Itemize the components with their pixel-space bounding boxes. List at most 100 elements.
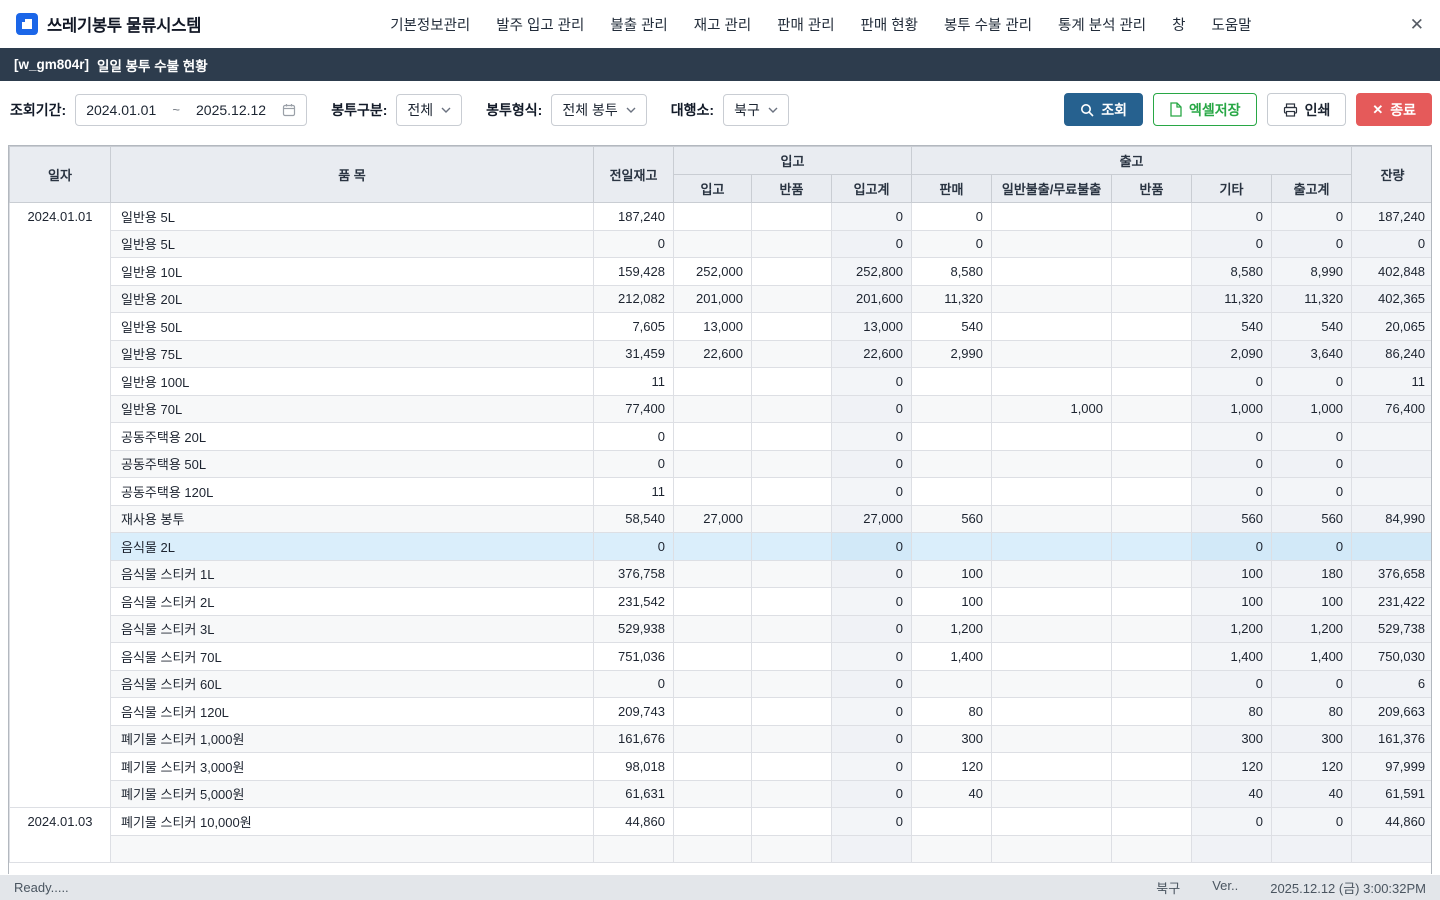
cell-value[interactable]: 201,600 xyxy=(832,285,912,313)
cell-value[interactable]: 1,000 xyxy=(1272,395,1352,423)
cell-value[interactable]: 0 xyxy=(832,450,912,478)
cell-value[interactable]: 231,422 xyxy=(1352,588,1432,616)
cell-value[interactable]: 0 xyxy=(1192,478,1272,506)
cell-value[interactable] xyxy=(674,533,752,561)
cell-value[interactable]: 1,200 xyxy=(1192,615,1272,643)
cell-value[interactable]: 540 xyxy=(912,313,992,341)
cell-value[interactable]: 0 xyxy=(832,230,912,258)
cell-value[interactable] xyxy=(992,230,1112,258)
cell-value[interactable] xyxy=(1112,313,1192,341)
cell-value[interactable]: 0 xyxy=(594,670,674,698)
cell-item[interactable]: 재사용 봉투 xyxy=(111,505,594,533)
cell-value[interactable] xyxy=(992,368,1112,396)
menu-item[interactable]: 도움말 xyxy=(1212,14,1252,35)
cell-value[interactable]: 0 xyxy=(832,203,912,231)
cell-value[interactable] xyxy=(1112,478,1192,506)
cell-value[interactable] xyxy=(992,588,1112,616)
cell-value[interactable] xyxy=(752,725,832,753)
cell-value[interactable]: 402,848 xyxy=(1352,258,1432,286)
cell-value[interactable]: 1,000 xyxy=(992,395,1112,423)
cell-value[interactable] xyxy=(1112,368,1192,396)
cell-value[interactable]: 40 xyxy=(912,780,992,808)
cell-value[interactable] xyxy=(1352,478,1432,506)
cell-value[interactable] xyxy=(992,258,1112,286)
cell-value[interactable]: 560 xyxy=(1192,505,1272,533)
table-row-partial[interactable] xyxy=(10,835,1433,863)
table-row[interactable]: 2024.01.03폐기물 스티커 10,000원44,86000044,860 xyxy=(10,808,1433,836)
cell-value[interactable]: 0 xyxy=(1192,368,1272,396)
cell-value[interactable]: 22,600 xyxy=(832,340,912,368)
cell-value[interactable]: 100 xyxy=(1272,588,1352,616)
cell-item[interactable]: 폐기물 스티커 3,000원 xyxy=(111,753,594,781)
cell-value[interactable] xyxy=(674,780,752,808)
cell-item[interactable] xyxy=(111,835,594,863)
table-row[interactable]: 음식물 스티커 120L209,7430808080209,663 xyxy=(10,698,1433,726)
col-header-inbound-2[interactable]: 입고계 xyxy=(832,175,912,203)
cell-value[interactable]: 40 xyxy=(1192,780,1272,808)
excel-save-button[interactable]: 엑셀저장 xyxy=(1153,93,1257,126)
cell-value[interactable]: 201,000 xyxy=(674,285,752,313)
cell-value[interactable] xyxy=(912,670,992,698)
cell-value[interactable] xyxy=(752,835,832,863)
cell-value[interactable] xyxy=(674,450,752,478)
cell-value[interactable]: 0 xyxy=(1192,533,1272,561)
bag-class-select[interactable]: 전체 xyxy=(396,94,462,126)
cell-value[interactable]: 0 xyxy=(1272,478,1352,506)
table-row[interactable]: 음식물 스티커 3L529,93801,2001,2001,200529,738 xyxy=(10,615,1433,643)
cell-value[interactable]: 0 xyxy=(1272,533,1352,561)
cell-item[interactable]: 일반용 50L xyxy=(111,313,594,341)
cell-value[interactable] xyxy=(674,560,752,588)
cell-item[interactable]: 공동주택용 120L xyxy=(111,478,594,506)
cell-value[interactable]: 7,605 xyxy=(594,313,674,341)
cell-value[interactable] xyxy=(912,835,992,863)
bag-format-select[interactable]: 전체 봉투 xyxy=(551,94,646,126)
menu-item[interactable]: 봉투 수불 관리 xyxy=(944,14,1032,35)
cell-value[interactable]: 84,990 xyxy=(1352,505,1432,533)
cell-value[interactable]: 11,320 xyxy=(912,285,992,313)
cell-item[interactable]: 일반용 70L xyxy=(111,395,594,423)
cell-value[interactable] xyxy=(1192,835,1272,863)
cell-value[interactable]: 750,030 xyxy=(1352,643,1432,671)
cell-item[interactable]: 공동주택용 50L xyxy=(111,450,594,478)
cell-value[interactable]: 0 xyxy=(832,588,912,616)
cell-value[interactable] xyxy=(912,423,992,451)
cell-value[interactable]: 161,676 xyxy=(594,725,674,753)
cell-value[interactable] xyxy=(1112,203,1192,231)
cell-value[interactable]: 77,400 xyxy=(594,395,674,423)
cell-value[interactable] xyxy=(752,753,832,781)
table-row[interactable]: 재사용 봉투58,54027,00027,00056056056084,990 xyxy=(10,505,1433,533)
cell-value[interactable] xyxy=(1112,588,1192,616)
cell-value[interactable]: 8,580 xyxy=(1192,258,1272,286)
cell-value[interactable] xyxy=(912,533,992,561)
cell-value[interactable] xyxy=(992,560,1112,588)
cell-value[interactable]: 0 xyxy=(912,203,992,231)
cell-value[interactable]: 402,365 xyxy=(1352,285,1432,313)
cell-value[interactable]: 209,663 xyxy=(1352,698,1432,726)
col-group-outbound[interactable]: 출고 xyxy=(912,147,1352,175)
cell-value[interactable]: 61,631 xyxy=(594,780,674,808)
cell-value[interactable]: 0 xyxy=(1192,423,1272,451)
cell-value[interactable]: 751,036 xyxy=(594,643,674,671)
cell-value[interactable]: 11,320 xyxy=(1272,285,1352,313)
cell-value[interactable] xyxy=(752,560,832,588)
cell-value[interactable] xyxy=(674,230,752,258)
cell-value[interactable] xyxy=(912,478,992,506)
cell-value[interactable]: 11,320 xyxy=(1192,285,1272,313)
cell-value[interactable]: 0 xyxy=(832,725,912,753)
cell-value[interactable] xyxy=(992,478,1112,506)
cell-value[interactable]: 1,400 xyxy=(1272,643,1352,671)
cell-value[interactable]: 40 xyxy=(1272,780,1352,808)
col-header-inbound-0[interactable]: 입고 xyxy=(674,175,752,203)
cell-value[interactable] xyxy=(1352,450,1432,478)
cell-value[interactable]: 0 xyxy=(1192,670,1272,698)
cell-value[interactable]: 529,938 xyxy=(594,615,674,643)
cell-value[interactable]: 80 xyxy=(912,698,992,726)
cell-value[interactable]: 0 xyxy=(1192,808,1272,836)
cell-value[interactable] xyxy=(992,505,1112,533)
table-row[interactable]: 음식물 스티커 60L00006 xyxy=(10,670,1433,698)
search-button[interactable]: 조회 xyxy=(1064,93,1143,126)
cell-value[interactable]: 231,542 xyxy=(594,588,674,616)
cell-value[interactable]: 0 xyxy=(1352,230,1432,258)
cell-value[interactable] xyxy=(912,395,992,423)
cell-value[interactable]: 300 xyxy=(912,725,992,753)
